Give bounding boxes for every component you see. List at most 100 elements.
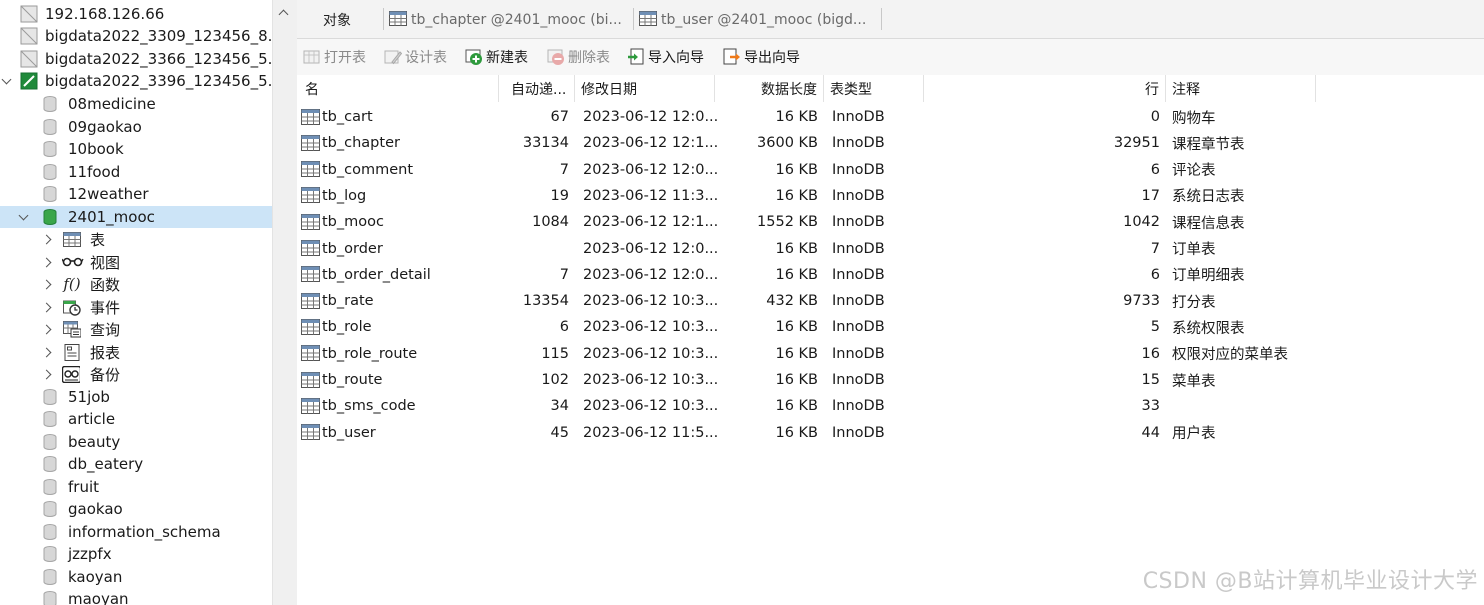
column-header-modified[interactable]: 修改日期 <box>575 75 715 102</box>
database-item[interactable]: 10book <box>0 138 272 160</box>
table-row[interactable]: tb_cart 67 2023-06-12 12:0... 16 KB InnoDB 0 购… <box>297 104 1484 130</box>
connection-label: bigdata2022_3396_123456_5.7 <box>45 72 272 90</box>
database-item[interactable]: jzzpfx <box>0 543 272 565</box>
cell-rows: 0 <box>1150 109 1160 125</box>
cell-name: tb_role <box>297 314 499 340</box>
tree-item-tables[interactable]: 表 <box>0 228 272 250</box>
cell-engine: InnoDB <box>832 214 885 231</box>
database-item[interactable]: maoyan <box>0 588 272 605</box>
cell-engine: InnoDB <box>832 135 885 152</box>
tree-item-views[interactable]: 视图 <box>0 251 272 273</box>
design-table-button[interactable]: 设计表 <box>384 47 447 67</box>
database-item[interactable]: 09gaokao <box>0 116 272 138</box>
database-icon <box>41 95 59 113</box>
table-row[interactable]: tb_role 6 2023-06-12 10:3... 16 KB InnoDB 5 系统… <box>297 314 1484 340</box>
tab-tb-chapter[interactable]: tb_chapter @2401_mooc (bi... <box>389 6 622 34</box>
database-item[interactable]: 51job <box>0 386 272 408</box>
toolbar-label: 打开表 <box>324 50 366 66</box>
table-row[interactable]: tb_log 19 2023-06-12 11:3... 16 KB InnoDB 17 系… <box>297 183 1484 209</box>
tree-item-reports[interactable]: 报表 <box>0 341 272 363</box>
chevron-right-icon[interactable] <box>40 228 52 250</box>
database-label: db_eatery <box>68 455 144 473</box>
chevron-right-icon[interactable] <box>40 318 52 340</box>
column-header-engine[interactable]: 表类型 <box>824 75 924 102</box>
connection-label: bigdata2022_3366_123456_5.6 <box>45 50 272 68</box>
column-header-comment[interactable]: 注释 <box>1166 75 1316 102</box>
table-row[interactable]: tb_order 2023-06-12 12:0... 16 KB InnoDB 7 订单… <box>297 236 1484 262</box>
connection-item[interactable]: bigdata2022_3366_123456_5.6 <box>0 48 272 70</box>
connection-icon <box>20 5 38 23</box>
connection-icon <box>20 50 38 68</box>
column-header-rows[interactable]: 行 <box>924 75 1166 102</box>
database-item[interactable]: 08medicine <box>0 93 272 115</box>
database-icon <box>41 185 59 203</box>
table-name: tb_route <box>322 372 383 388</box>
tab-objects[interactable]: 对象 <box>323 6 351 34</box>
tree-scrollbar[interactable] <box>272 0 298 605</box>
table-icon <box>639 10 657 30</box>
tree-item-events[interactable]: 事件 <box>0 296 272 318</box>
delete-table-button[interactable]: 删除表 <box>547 47 610 67</box>
export-wizard-button[interactable]: 导出向导 <box>723 47 800 67</box>
database-item[interactable]: fruit <box>0 476 272 498</box>
connection-item-open[interactable]: bigdata2022_3396_123456_5.7 <box>0 70 272 92</box>
table-row[interactable]: tb_sms_code 34 2023-06-12 10:3... 16 KB Inno… <box>297 393 1484 419</box>
chevron-right-icon[interactable] <box>40 341 52 363</box>
scroll-up-icon[interactable] <box>278 9 289 20</box>
open-table-button[interactable]: 打开表 <box>303 47 366 67</box>
database-icon <box>41 410 59 428</box>
table-row[interactable]: tb_role_route 115 2023-06-12 10:3... 16 KB I… <box>297 341 1484 367</box>
tab-bar: 对象 tb_chapter @2401_mooc (bi... tb_user … <box>297 0 1484 39</box>
database-item[interactable]: kaoyan <box>0 566 272 588</box>
chevron-down-icon[interactable] <box>0 70 12 92</box>
table-row[interactable]: tb_chapter 33134 2023-06-12 12:1... 3600 KB… <box>297 130 1484 156</box>
table-row[interactable]: tb_rate 13354 2023-06-12 10:3... 432 KB Inno… <box>297 288 1484 314</box>
cell-rows: 16 <box>1141 345 1160 362</box>
database-item[interactable]: 11food <box>0 161 272 183</box>
database-item[interactable]: article <box>0 408 272 430</box>
connection-item[interactable]: 192.168.126.66 <box>0 3 272 25</box>
column-header-name[interactable]: 名 <box>297 75 499 102</box>
table-icon <box>301 397 320 415</box>
database-icon <box>41 590 59 605</box>
watermark: CSDN @B站计算机毕业设计大学 <box>1142 569 1478 594</box>
table-row[interactable]: tb_comment 7 2023-06-12 12:0... 16 KB InnoDB… <box>297 157 1484 183</box>
chevron-right-icon[interactable] <box>40 363 52 385</box>
chevron-right-icon[interactable] <box>40 273 52 295</box>
cell-auto-increment: 7 <box>559 266 569 283</box>
cell-engine: InnoDB <box>832 109 885 125</box>
table-row[interactable]: tb_user 45 2023-06-12 11:5... 16 KB InnoDB 44… <box>297 420 1484 446</box>
database-item[interactable]: db_eatery <box>0 453 272 475</box>
cell-rows: 15 <box>1141 372 1160 388</box>
table-row[interactable]: tb_route 102 2023-06-12 10:3... 16 KB InnoDB… <box>297 367 1484 393</box>
cell-modified: 2023-06-12 11:3... <box>583 187 719 204</box>
import-wizard-button[interactable]: 导入向导 <box>627 47 704 67</box>
cell-data-length: 16 KB <box>775 109 818 125</box>
chevron-right-icon[interactable] <box>40 296 52 318</box>
table-icon <box>301 187 320 204</box>
column-header-auto-increment[interactable]: 自动递... <box>499 75 575 102</box>
database-icon <box>41 545 59 563</box>
database-item-selected[interactable]: 2401_mooc <box>0 206 272 228</box>
cell-name: tb_sms_code <box>297 393 499 419</box>
database-item[interactable]: 12weather <box>0 183 272 205</box>
database-open-icon <box>41 208 59 226</box>
table-row[interactable]: tb_order_detail 7 2023-06-12 12:0... 16 KB I… <box>297 262 1484 288</box>
tree-item-functions[interactable]: f() 函数 <box>0 273 272 295</box>
cell-rows: 32951 <box>1113 135 1160 152</box>
database-item[interactable]: gaokao <box>0 498 272 520</box>
tab-tb-user[interactable]: tb_user @2401_mooc (bigd... <box>639 6 866 34</box>
database-item[interactable]: information_schema <box>0 521 272 543</box>
tree-item-queries[interactable]: 查询 <box>0 318 272 340</box>
connection-label: bigdata2022_3309_123456_8.0 <box>45 27 272 45</box>
new-table-button[interactable]: 新建表 <box>465 47 528 67</box>
chevron-down-icon[interactable] <box>17 206 29 228</box>
table-row[interactable]: tb_mooc 1084 2023-06-12 12:1... 1552 KB Inno… <box>297 209 1484 235</box>
tree-item-backups[interactable]: 备份 <box>0 363 272 385</box>
database-label: 51job <box>68 388 110 406</box>
column-header-data-length[interactable]: 数据长度 <box>715 75 824 102</box>
connection-active-icon <box>20 72 38 90</box>
connection-item[interactable]: bigdata2022_3309_123456_8.0 <box>0 25 272 47</box>
database-item[interactable]: beauty <box>0 431 272 453</box>
chevron-right-icon[interactable] <box>40 251 52 273</box>
